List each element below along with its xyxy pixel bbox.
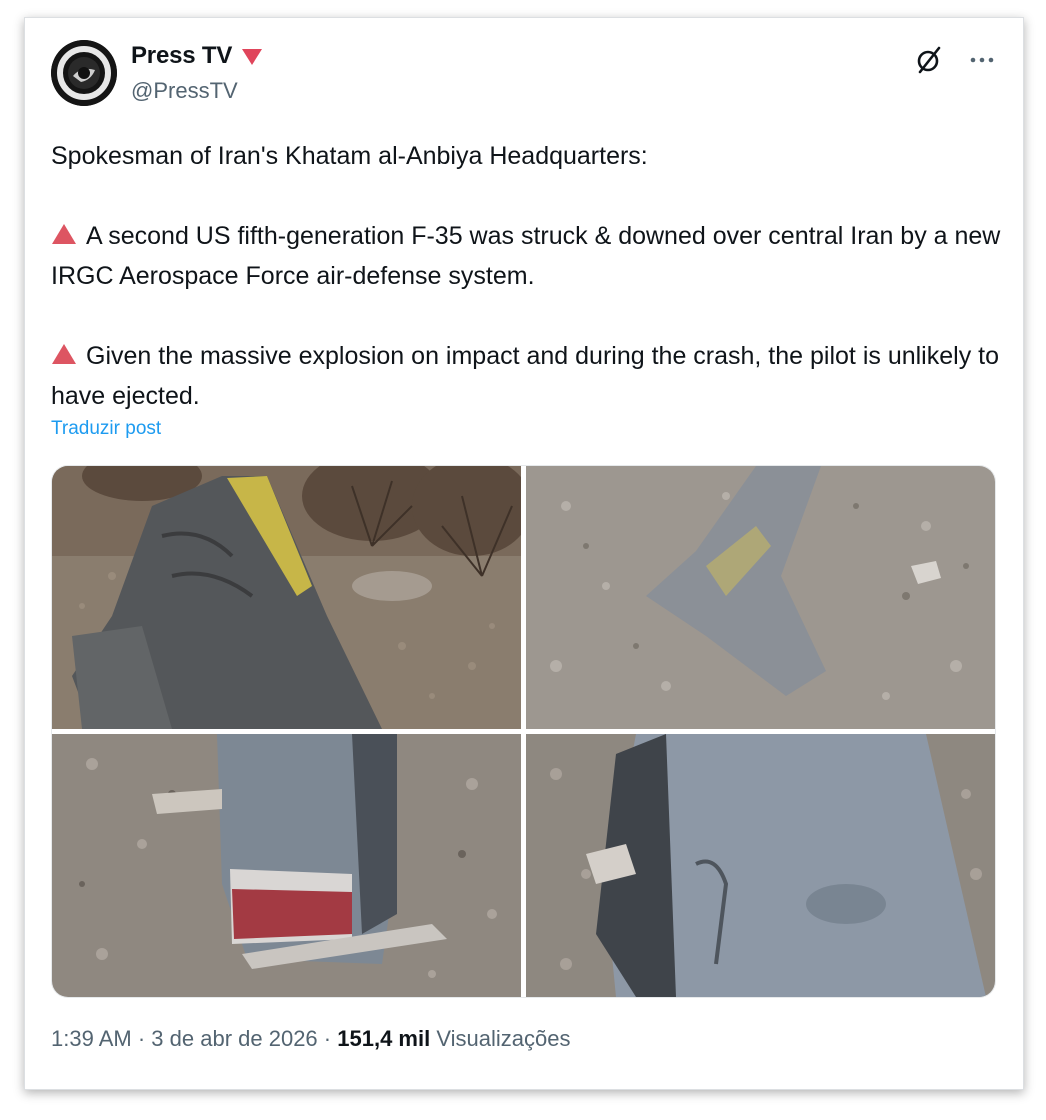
meta-separator: · [137, 1026, 146, 1051]
tweet-bullet-1: A second US fifth-generation F-35 was st… [51, 216, 1001, 296]
views-count: 151,4 mil [337, 1026, 431, 1051]
views-label: Visualizações [436, 1026, 571, 1051]
tweet-card: Press TV @PressTV Spokesman of Iran's Kh… [24, 17, 1024, 1090]
media-photo-1[interactable] [52, 466, 521, 729]
red-triangle-icon [52, 224, 76, 244]
tweet-time[interactable]: 1:39 AM [51, 1026, 132, 1051]
tweet-bullet-2-text: Given the massive explosion on impact an… [51, 342, 1006, 410]
grok-slash-circle-icon[interactable] [915, 46, 943, 74]
tweet-date[interactable]: 3 de abr de 2026 [151, 1026, 317, 1051]
red-triangle-icon [242, 49, 263, 65]
tweet-bullet-2: Given the massive explosion on impact an… [51, 336, 1001, 416]
more-dots-icon[interactable] [967, 46, 997, 74]
tweet-line-heading: Spokesman of Iran's Khatam al-Anbiya Hea… [51, 142, 648, 170]
media-grid [51, 465, 996, 998]
media-photo-3[interactable] [52, 734, 521, 997]
author-name-row: Press TV [131, 42, 263, 70]
press-tv-logo-icon [51, 40, 117, 106]
author-handle[interactable]: @PressTV [131, 78, 238, 104]
avatar[interactable] [51, 40, 117, 106]
translate-post-link[interactable]: Traduzir post [51, 418, 161, 440]
red-triangle-icon [52, 344, 76, 364]
media-photo-4[interactable] [526, 734, 995, 997]
tweet-header: Press TV @PressTV [51, 40, 997, 110]
display-name[interactable]: Press TV [131, 42, 232, 70]
tweet-meta: 1:39 AM · 3 de abr de 2026 · 151,4 mil V… [51, 1026, 570, 1052]
tweet-text: Spokesman of Iran's Khatam al-Anbiya Hea… [51, 136, 1001, 416]
meta-separator: · [323, 1026, 332, 1051]
media-photo-2[interactable] [526, 466, 995, 729]
tweet-bullet-1-text: A second US fifth-generation F-35 was st… [51, 222, 1008, 290]
